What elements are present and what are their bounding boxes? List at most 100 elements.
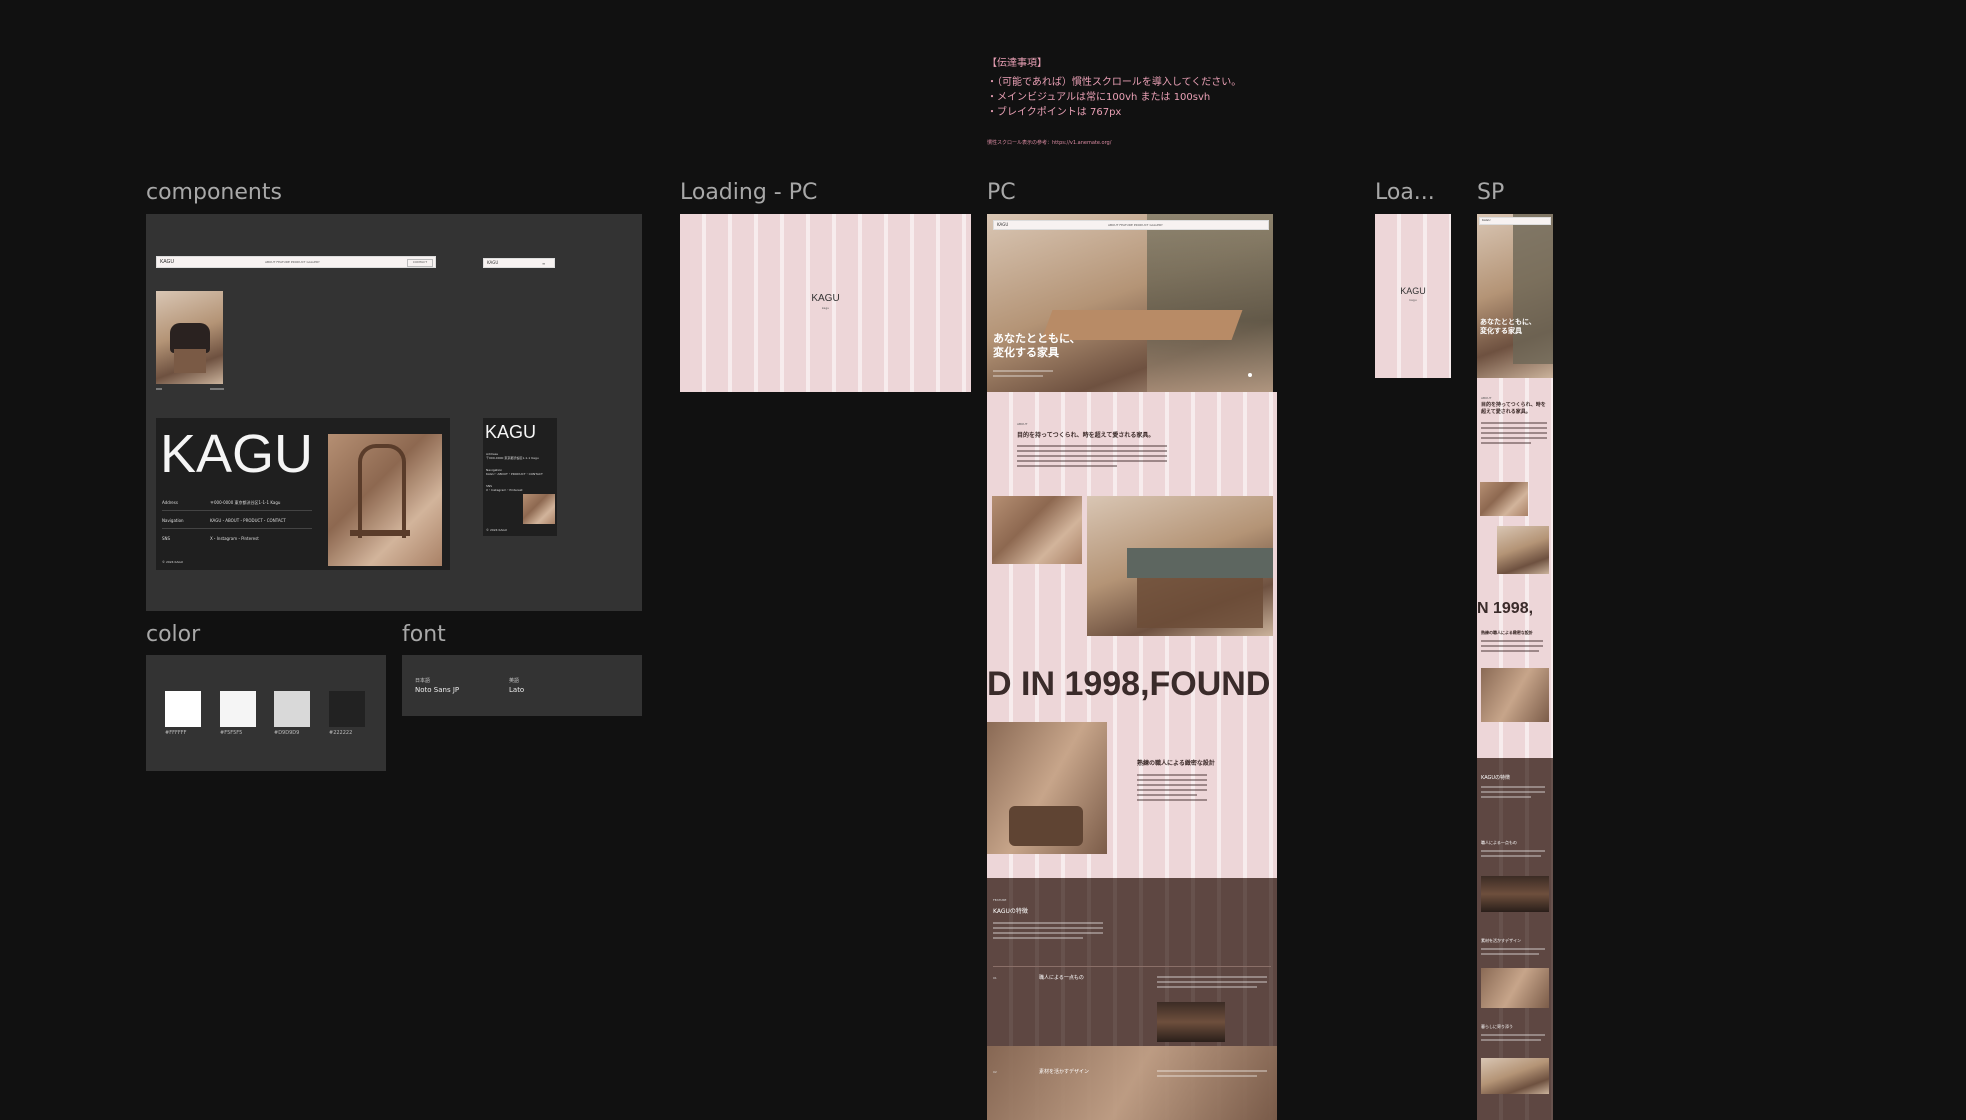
frame-label-components[interactable]: components: [146, 180, 282, 205]
hamburger-icon[interactable]: ≡: [542, 261, 550, 266]
header-nav[interactable]: ABOUT FEATURE PRODUCT GALLERY: [265, 260, 320, 264]
pc-hero[interactable]: KAGU ABOUT FEATURE PRODUCT GALLERY あなたとと…: [987, 214, 1273, 392]
color-label-4: #222222: [329, 730, 353, 736]
sp-about-text: [1481, 432, 1547, 434]
sp-feat2-text: [1481, 953, 1539, 955]
components-frame[interactable]: KAGU ABOUT FEATURE PRODUCT GALLERY CONTA…: [146, 214, 642, 611]
footer-row-value-3[interactable]: X・Instagram・Pinterest: [210, 536, 259, 542]
scroll-indicator-icon[interactable]: [1248, 373, 1252, 377]
sp-hero-title: あなたとともに、 変化する家具: [1480, 318, 1536, 336]
frame-label-color[interactable]: color: [146, 622, 200, 647]
footer-row-value-2[interactable]: KAGU・ABOUT・PRODUCT・CONTACT: [210, 518, 286, 524]
sp-hero[interactable]: KAGU あなたとともに、 変化する家具: [1477, 214, 1553, 378]
sp-craft-text: [1481, 645, 1543, 647]
desk-top-shape: [1127, 548, 1273, 578]
notes-title: 【伝達事項】: [987, 58, 1047, 69]
sp-about-image-1: [1480, 482, 1528, 516]
sp-feat1-text: [1481, 855, 1541, 857]
component-sp-header[interactable]: KAGU ≡: [483, 258, 555, 268]
pc-feature-label: FEATURE: [993, 898, 1007, 902]
component-sp-footer[interactable]: KAGU Address 〒000-0000 東京都渋谷区1-1-1 Kagu …: [483, 418, 557, 536]
pc-hero-title-line-2: 変化する家具: [993, 346, 1059, 359]
sp-about-section[interactable]: ABOUT 目的を持ってつくられ、時を超えて愛される家具。 N 1998, 熟練…: [1477, 378, 1553, 758]
font-label-en: 英語: [509, 678, 520, 684]
chair-seat-shape: [350, 530, 410, 536]
frame-label-loading-sp[interactable]: Loa...: [1375, 180, 1435, 205]
notes-item-1: ・（可能であれば）慣性スクロールを導入してください。: [987, 77, 1242, 88]
pc-about-text: [1017, 450, 1167, 452]
notes-ref: 慣性スクロール表示の参考：https://v1.anemate.org/: [987, 140, 1112, 146]
sp-footer-row-value-2[interactable]: KAGU・ABOUT・PRODUCT・CONTACT: [486, 472, 543, 476]
sp-about-text: [1481, 427, 1547, 429]
sp-about-text: [1481, 442, 1531, 444]
color-frame[interactable]: #FFFFFF #F5F5F5 #D9D9D9 #222222: [146, 655, 386, 771]
sp-footer-logo[interactable]: KAGU: [485, 422, 536, 443]
font-name-en: Lato: [509, 686, 525, 694]
font-label-ja: 日本語: [415, 678, 431, 684]
font-frame[interactable]: 日本語 Noto Sans JP 英語 Lato: [402, 655, 642, 716]
frame-label-pc[interactable]: PC: [987, 180, 1016, 205]
sp-header[interactable]: KAGU: [1479, 217, 1551, 225]
pc-feature-text: [993, 922, 1103, 924]
footer-row-value-1: 〒000-0000 東京都渋谷区1-1-1 Kagu: [210, 500, 281, 505]
pc-craft-text: [1137, 794, 1197, 796]
color-swatch-3[interactable]: [274, 691, 310, 727]
product-card-caption: [156, 388, 162, 390]
color-label-3: #D9D9D9: [274, 730, 300, 736]
pc-feat2-text: [1157, 1070, 1267, 1072]
sp-frame[interactable]: KAGU あなたとともに、 変化する家具 ABOUT 目的を持ってつくられ、時を…: [1477, 214, 1553, 1120]
component-pc-header[interactable]: KAGU ABOUT FEATURE PRODUCT GALLERY CONTA…: [156, 256, 436, 268]
sp-feat1-title: 職人による一点もの: [1481, 840, 1517, 845]
sp-header-logo[interactable]: KAGU: [487, 260, 498, 265]
sp-hero-title-line-1: あなたとともに、: [1480, 318, 1536, 326]
pc-about-image-1: [992, 496, 1082, 564]
notes: 【伝達事項】 ・（可能であれば）慣性スクロールを導入してください。 ・メインビジ…: [987, 56, 1241, 151]
pc-craft-text: [1137, 799, 1207, 801]
frame-label-sp[interactable]: SP: [1477, 180, 1504, 205]
pc-feat2-title: 素材を活かすデザイン: [1039, 1069, 1090, 1075]
product-card-image[interactable]: [156, 291, 223, 384]
sp-about-text: [1481, 437, 1547, 439]
sp-about-label: ABOUT: [1481, 396, 1492, 400]
sp-feat1-text: [1481, 850, 1545, 852]
sp-footer-row-value-3[interactable]: X・Instagram・Pinterest: [486, 488, 523, 492]
pc-marquee: D IN 1998,FOUND: [987, 665, 1271, 703]
sp-feature-section[interactable]: KAGUの特徴 職人による一点もの 素材を活かすデザイン 暮らしに寄り添う: [1477, 758, 1553, 1120]
sp-feat2-title: 素材を活かすデザイン: [1481, 938, 1521, 943]
footer-divider: [162, 528, 312, 529]
pc-header-logo[interactable]: KAGU: [997, 222, 1008, 227]
frame-label-font[interactable]: font: [402, 622, 446, 647]
sp-feat3-text: [1481, 1039, 1541, 1041]
pc-about-section[interactable]: ABOUT 目的を持ってつくられ、時を超えて愛される家具。 D IN 1998,…: [987, 392, 1277, 878]
pc-about-text: [1017, 445, 1167, 447]
pc-craft-text: [1137, 789, 1207, 791]
pc-feature-text: [993, 937, 1083, 939]
chair-back-shape: [358, 444, 406, 538]
pc-header-nav[interactable]: ABOUT FEATURE PRODUCT GALLERY: [1108, 223, 1163, 227]
pc-feat1-text: [1157, 981, 1267, 983]
header-contact-button[interactable]: CONTACT: [407, 259, 433, 267]
sp-header-logo-2[interactable]: KAGU: [1482, 218, 1490, 222]
notes-item-2: ・メインビジュアルは常に100vh または 100svh: [987, 92, 1211, 103]
footer-logo[interactable]: KAGU: [160, 424, 313, 484]
color-swatch-2[interactable]: [220, 691, 256, 727]
pc-about-text: [1017, 465, 1117, 467]
pc-feature-section[interactable]: FEATURE KAGUの特徴 01 職人による一点もの 02 素材を活かすデザ…: [987, 878, 1277, 1120]
sp-footer-image: [523, 494, 555, 524]
color-swatch-4[interactable]: [329, 691, 365, 727]
component-pc-footer[interactable]: KAGU Address 〒000-0000 東京都渋谷区1-1-1 Kagu …: [156, 418, 450, 570]
sp-about-image-2: [1497, 526, 1549, 574]
color-swatch-1[interactable]: [165, 691, 201, 727]
pc-header[interactable]: KAGU ABOUT FEATURE PRODUCT GALLERY: [993, 220, 1269, 230]
pc-frame[interactable]: KAGU ABOUT FEATURE PRODUCT GALLERY あなたとと…: [987, 214, 1277, 1120]
pc-feat1-text: [1157, 976, 1267, 978]
loading-pc-frame[interactable]: KAGU kagu: [680, 214, 971, 392]
pc-feat1-image: [1157, 1002, 1225, 1042]
pc-about-label: ABOUT: [1017, 422, 1028, 426]
loading-sp-frame[interactable]: KAGU kagu: [1375, 214, 1451, 378]
frame-label-loading-pc[interactable]: Loading - PC: [680, 180, 817, 205]
footer-row-label-3: SNS: [162, 536, 171, 541]
header-logo[interactable]: KAGU: [160, 259, 174, 265]
pc-feat2-text: [1157, 1075, 1257, 1077]
sp-feat3-text: [1481, 1034, 1545, 1036]
